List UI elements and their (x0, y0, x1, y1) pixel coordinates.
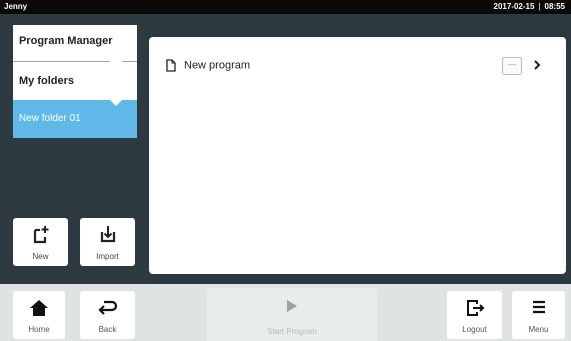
back-icon (97, 300, 117, 315)
sidebar-item-label: My folders (19, 75, 75, 87)
start-program-label: Start Program (267, 327, 317, 336)
program-list-panel: New program ··· (149, 37, 566, 274)
sidebar-item-program-manager[interactable]: Program Manager (13, 25, 137, 68)
date-time: 2017-02-15 | 08:55 (494, 2, 565, 11)
logout-button[interactable]: Logout (447, 291, 502, 339)
back-button[interactable]: Back (80, 291, 135, 339)
home-label: Home (28, 325, 50, 334)
program-name: New program (184, 59, 251, 72)
sidebar-item-label: Program Manager (19, 35, 113, 47)
home-icon (30, 300, 48, 316)
new-file-icon (33, 226, 48, 244)
logout-label: Logout (462, 325, 487, 334)
back-label: Back (98, 325, 117, 334)
sidebar-item-label: New folder 01 (19, 113, 81, 124)
menu-label: Menu (528, 325, 549, 334)
menu-button[interactable]: Menu (512, 291, 565, 339)
time: 08:55 (544, 2, 565, 11)
new-button[interactable]: New (13, 218, 68, 266)
import-button-label: Import (96, 252, 119, 261)
sidebar-item-my-folders[interactable]: My folders (13, 62, 137, 101)
import-button[interactable]: Import (80, 218, 135, 266)
more-options-button[interactable]: ··· (502, 57, 522, 75)
list-item[interactable]: New program (166, 59, 250, 72)
menu-icon (532, 300, 545, 314)
home-button[interactable]: Home (13, 291, 65, 339)
status-bar: Jenny 2017-02-15 | 08:55 (0, 0, 571, 14)
date: 2017-02-15 (493, 2, 535, 11)
start-program-button[interactable]: Start Program (207, 288, 377, 341)
play-icon (287, 300, 297, 312)
import-icon (100, 226, 115, 243)
file-icon (166, 59, 176, 72)
user-name: Jenny (4, 2, 28, 11)
new-button-label: New (32, 252, 49, 261)
chevron-right-icon[interactable] (532, 57, 542, 73)
separator: | (538, 2, 541, 11)
breadcrumb-notch (109, 99, 123, 106)
logout-icon (466, 300, 484, 316)
sidebar-item-new-folder-01[interactable]: New folder 01 (13, 99, 137, 138)
